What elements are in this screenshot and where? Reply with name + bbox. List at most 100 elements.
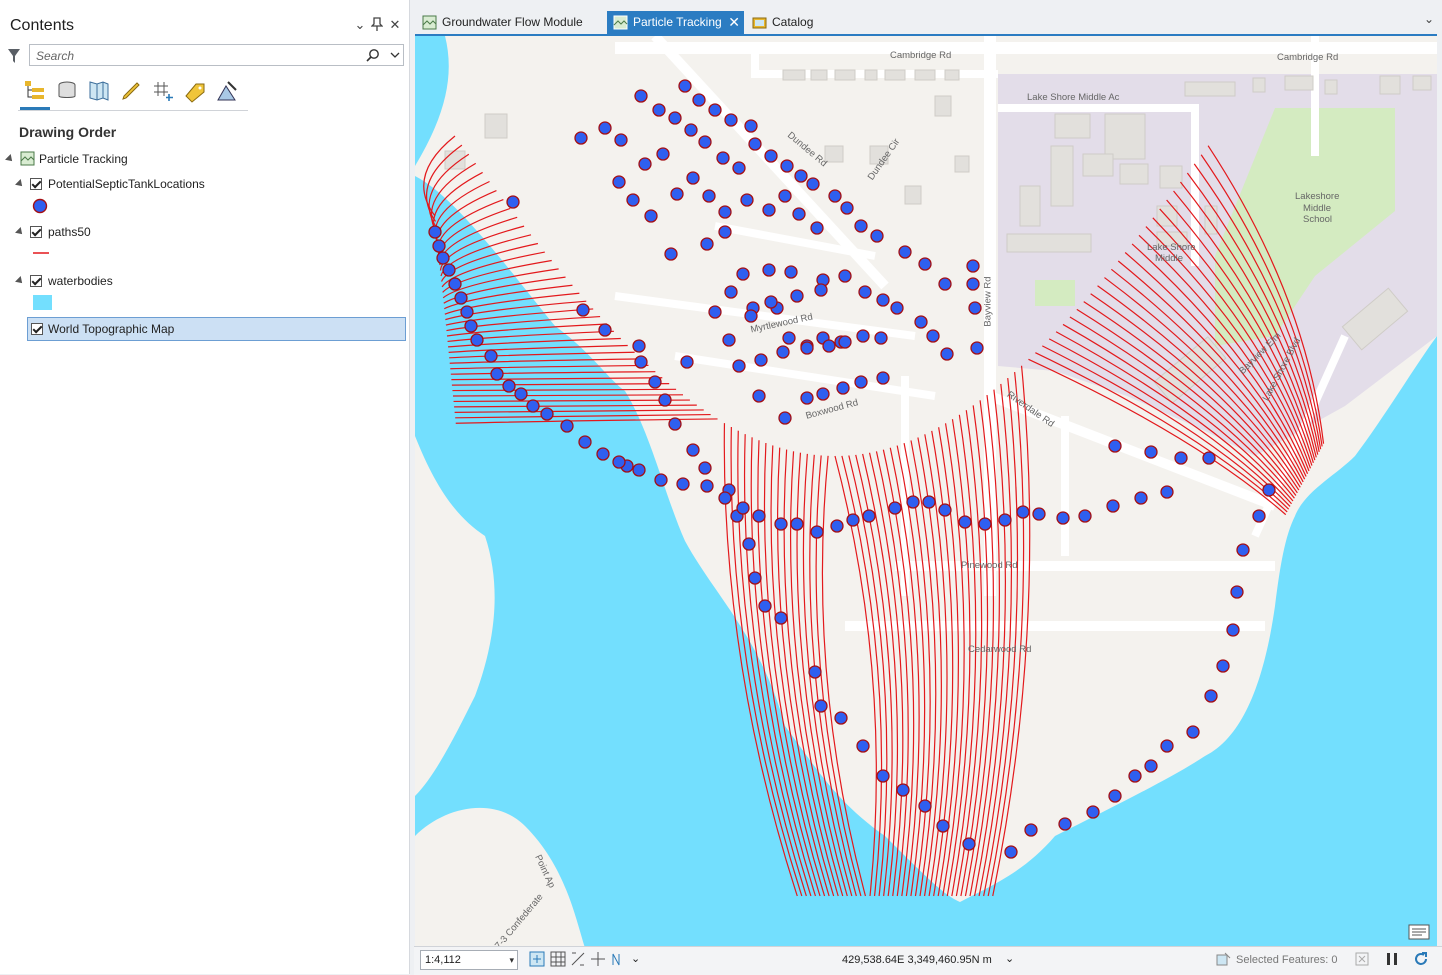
septic-point[interactable] <box>1202 451 1216 465</box>
septic-point[interactable] <box>684 123 698 137</box>
septic-point[interactable] <box>830 519 844 533</box>
septic-point[interactable] <box>658 393 672 407</box>
septic-point[interactable] <box>744 309 758 323</box>
constraints-icon[interactable] <box>590 951 606 967</box>
septic-point[interactable] <box>454 291 468 305</box>
septic-point[interactable] <box>700 479 714 493</box>
map-canvas[interactable] <box>415 36 1437 948</box>
septic-point[interactable] <box>1024 823 1038 837</box>
septic-point[interactable] <box>654 473 668 487</box>
list-by-selection-icon[interactable] <box>86 78 112 104</box>
septic-point[interactable] <box>1016 505 1030 519</box>
septic-point[interactable] <box>598 121 612 135</box>
septic-point[interactable] <box>576 303 590 317</box>
septic-point[interactable] <box>1160 739 1174 753</box>
septic-point[interactable] <box>840 201 854 215</box>
pane-options-chevron-icon[interactable]: ⌄ <box>352 17 368 33</box>
septic-point[interactable] <box>1160 485 1174 499</box>
coordinate-format-chevron-icon[interactable]: ⌄ <box>1005 952 1014 965</box>
septic-point[interactable] <box>814 699 828 713</box>
septic-point[interactable] <box>918 799 932 813</box>
septic-point[interactable] <box>718 225 732 239</box>
septic-point[interactable] <box>1144 759 1158 773</box>
search-input[interactable] <box>34 47 358 65</box>
septic-point[interactable] <box>1108 789 1122 803</box>
septic-point[interactable] <box>598 323 612 337</box>
list-by-perspective-imagery-icon[interactable] <box>214 78 240 104</box>
layer-row-paths[interactable]: paths50 <box>15 221 316 243</box>
septic-point[interactable] <box>890 301 904 315</box>
septic-point[interactable] <box>686 171 700 185</box>
septic-point[interactable] <box>1086 805 1100 819</box>
line-symbol-icon[interactable] <box>32 248 50 258</box>
search-options-chevron-icon[interactable] <box>388 48 402 62</box>
septic-point[interactable] <box>752 509 766 523</box>
septic-point[interactable] <box>834 711 848 725</box>
septic-point[interactable] <box>448 277 462 291</box>
septic-point[interactable] <box>906 495 920 509</box>
septic-point[interactable] <box>876 293 890 307</box>
septic-point[interactable] <box>680 355 694 369</box>
septic-point[interactable] <box>514 387 528 401</box>
septic-point[interactable] <box>838 269 852 283</box>
septic-point[interactable] <box>718 205 732 219</box>
septic-point[interactable] <box>732 359 746 373</box>
septic-point[interactable] <box>778 411 792 425</box>
septic-point[interactable] <box>1226 623 1240 637</box>
septic-point[interactable] <box>676 477 690 491</box>
selection-icon[interactable] <box>1216 951 1232 967</box>
septic-point[interactable] <box>632 339 646 353</box>
septic-point[interactable] <box>838 335 852 349</box>
septic-point[interactable] <box>998 513 1012 527</box>
septic-point[interactable] <box>652 103 666 117</box>
septic-point[interactable] <box>744 119 758 133</box>
septic-point[interactable] <box>484 349 498 363</box>
septic-point[interactable] <box>502 379 516 393</box>
septic-point[interactable] <box>962 837 976 851</box>
septic-point[interactable] <box>762 263 776 277</box>
septic-point[interactable] <box>806 177 820 191</box>
septic-point[interactable] <box>938 277 952 291</box>
septic-point[interactable] <box>1078 509 1092 523</box>
expand-map-icon[interactable] <box>5 154 15 164</box>
septic-point[interactable] <box>774 517 788 531</box>
septic-point[interactable] <box>634 89 648 103</box>
septic-point[interactable] <box>870 229 884 243</box>
list-by-editing-icon[interactable] <box>118 78 144 104</box>
septic-point[interactable] <box>1186 725 1200 739</box>
expand-layer-icon[interactable] <box>15 276 25 286</box>
tree-map-row[interactable]: Particle Tracking <box>5 148 306 170</box>
septic-point[interactable] <box>940 347 954 361</box>
close-pane-icon[interactable]: ✕ <box>387 17 403 33</box>
septic-point[interactable] <box>754 353 768 367</box>
septic-point[interactable] <box>794 169 808 183</box>
septic-point[interactable] <box>810 525 824 539</box>
septic-point[interactable] <box>702 189 716 203</box>
septic-point[interactable] <box>1216 659 1230 673</box>
septic-point[interactable] <box>966 277 980 291</box>
septic-point[interactable] <box>638 157 652 171</box>
septic-point[interactable] <box>708 305 722 319</box>
septic-point[interactable] <box>686 443 700 457</box>
septic-point[interactable] <box>816 387 830 401</box>
septic-point[interactable] <box>736 501 750 515</box>
septic-point[interactable] <box>732 161 746 175</box>
north-arrow-icon[interactable] <box>610 951 626 967</box>
polygon-symbol-icon[interactable] <box>33 295 52 310</box>
septic-point[interactable] <box>678 79 692 93</box>
septic-point[interactable] <box>814 283 828 297</box>
septic-point[interactable] <box>790 517 804 531</box>
septic-point[interactable] <box>464 319 478 333</box>
list-by-snapping-icon[interactable] <box>150 78 176 104</box>
septic-point[interactable] <box>1106 499 1120 513</box>
septic-point[interactable] <box>1056 511 1070 525</box>
septic-point[interactable] <box>1262 483 1276 497</box>
septic-point[interactable] <box>1108 439 1122 453</box>
scale-dropdown-chevron-icon[interactable]: ▾ <box>509 951 514 969</box>
septic-point[interactable] <box>718 491 732 505</box>
septic-point[interactable] <box>856 329 870 343</box>
septic-point[interactable] <box>578 435 592 449</box>
septic-point[interactable] <box>692 93 706 107</box>
septic-point[interactable] <box>668 417 682 431</box>
septic-point[interactable] <box>774 611 788 625</box>
